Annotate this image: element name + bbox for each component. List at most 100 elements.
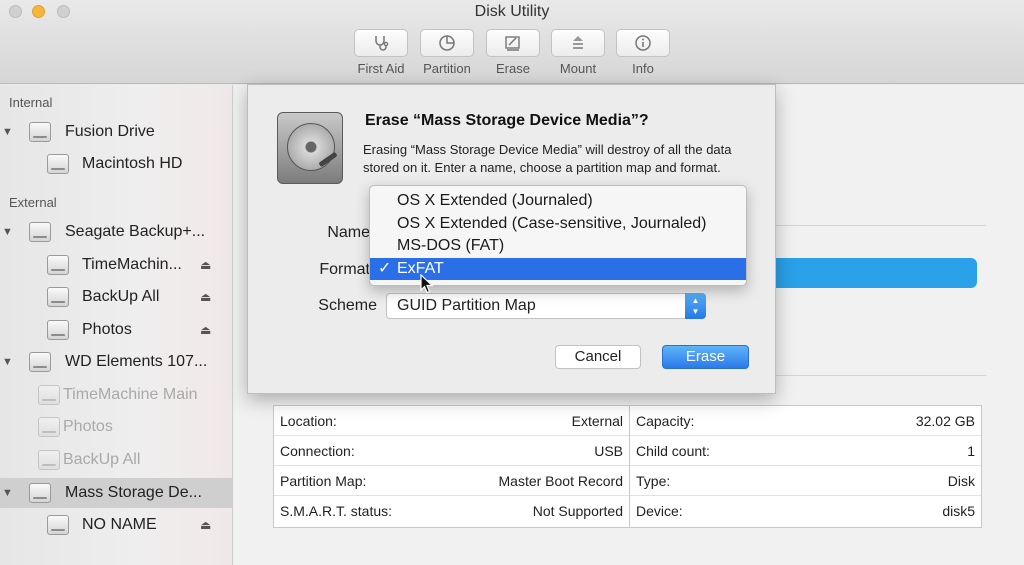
volume-icon (47, 287, 69, 307)
menu-item-os-x-extended-case-sensitive[interactable]: OS X Extended (Case-sensitive, Journaled… (370, 213, 746, 236)
menu-item-label: OS X Extended (Case-sensitive, Journaled… (397, 214, 707, 232)
sidebar-item-photos[interactable]: Photos ⏏ (0, 315, 233, 345)
menu-item-label: OS X Extended (Journaled) (397, 192, 593, 209)
info-value: External (571, 413, 623, 429)
drive-icon (29, 122, 51, 142)
info-value: Disk (947, 473, 975, 489)
volume-icon (47, 154, 69, 174)
info-value: 1 (967, 443, 975, 459)
eject-icon[interactable]: ⏏ (200, 258, 211, 272)
sidebar-item-label: Photos (63, 418, 113, 435)
info-key: Capacity: (636, 413, 695, 429)
sidebar-item-label: NO NAME (82, 516, 157, 533)
drive-icon (29, 483, 51, 503)
pie-chart-icon (439, 35, 455, 51)
disclosure-triangle-icon[interactable]: ▼ (2, 356, 13, 368)
mount-button[interactable]: Mount (551, 29, 605, 76)
disclosure-triangle-icon[interactable]: ▼ (2, 226, 13, 238)
table-row: Child count: 1 (630, 436, 981, 466)
scheme-label: Scheme (318, 297, 377, 314)
volume-icon (47, 515, 69, 535)
sidebar-item-label: TimeMachin... (82, 256, 182, 273)
sidebar-item-label: BackUp All (63, 451, 141, 468)
format-label: Format (319, 261, 370, 278)
table-row: S.M.A.R.T. status: Not Supported (274, 496, 629, 526)
eject-icon[interactable]: ⏏ (200, 518, 211, 532)
chevron-updown-icon[interactable]: ▲ ▼ (685, 293, 706, 319)
mouse-pointer-icon (420, 274, 434, 294)
info-key: Location: (280, 413, 337, 429)
partition-button[interactable]: Partition (420, 29, 474, 76)
info-key: Type: (636, 473, 671, 489)
sidebar-item-label: Fusion Drive (65, 123, 155, 140)
info-value: USB (594, 443, 623, 459)
volume-icon (47, 255, 69, 275)
table-row: Location: External (274, 406, 629, 436)
title-bar: Disk Utility First Aid Partition Erase M… (0, 0, 1024, 84)
info-label: Info (632, 61, 654, 76)
table-row: Type: Disk (630, 466, 981, 496)
sidebar-item-label: Mass Storage De... (65, 484, 202, 501)
scheme-value: GUID Partition Map (397, 297, 536, 314)
menu-item-ms-dos-fat[interactable]: MS-DOS (FAT) (370, 235, 746, 258)
sidebar-item-backup-all-unmounted[interactable]: BackUp All (0, 445, 233, 475)
sidebar-item-macintosh-hd[interactable]: Macintosh HD (0, 149, 233, 179)
info-table: Location: External Connection: USB Parti… (273, 405, 982, 528)
volume-icon (38, 450, 60, 470)
sidebar-item-label: TimeMachine Main (63, 386, 198, 403)
scheme-select[interactable]: GUID Partition Map ▲ ▼ (386, 293, 706, 319)
window-title: Disk Utility (474, 3, 550, 20)
usage-bar (774, 258, 977, 288)
external-section-label: External (9, 195, 57, 210)
first-aid-button[interactable]: First Aid (354, 29, 408, 76)
dialog-title: Erase “Mass Storage Device Media”? (365, 112, 649, 129)
sidebar-item-mass-storage[interactable]: ▼ Mass Storage De... (0, 478, 233, 508)
sidebar-item-label: Photos (82, 321, 132, 338)
sidebar-item-no-name[interactable]: NO NAME ⏏ (0, 510, 233, 540)
info-key: Partition Map: (280, 473, 367, 489)
checkmark-icon: ✓ (378, 259, 392, 277)
erase-confirm-button[interactable]: Erase (662, 345, 749, 369)
sidebar-item-seagate-backup[interactable]: ▼ Seagate Backup+... (0, 217, 233, 247)
internal-section-label: Internal (9, 95, 53, 110)
drive-icon (29, 222, 51, 242)
partition-label: Partition (423, 61, 471, 76)
sidebar: Internal ▼ Fusion Drive Macintosh HD Ext… (0, 85, 233, 565)
info-key: Connection: (280, 443, 355, 459)
info-value: Master Boot Record (498, 473, 624, 489)
drive-icon (29, 352, 51, 372)
info-value: disk5 (942, 503, 975, 519)
sidebar-item-backup-all[interactable]: BackUp All ⏏ (0, 282, 233, 312)
divider (774, 375, 986, 376)
info-key: Device: (636, 503, 683, 519)
erase-icon (505, 36, 520, 51)
sidebar-item-label: WD Elements 107... (65, 353, 208, 370)
sidebar-item-label: Seagate Backup+... (65, 223, 206, 240)
erase-button[interactable]: Erase (486, 29, 540, 76)
mount-label: Mount (559, 61, 597, 76)
menu-item-os-x-extended-journaled[interactable]: OS X Extended (Journaled) (370, 190, 746, 213)
sidebar-item-timemachine-main[interactable]: TimeMachine Main (0, 380, 233, 410)
info-button[interactable]: Info (616, 29, 670, 76)
disclosure-triangle-icon[interactable]: ▼ (2, 126, 13, 138)
name-label: Name (327, 224, 370, 241)
sidebar-item-wd-elements[interactable]: ▼ WD Elements 107... (0, 347, 233, 377)
sidebar-item-photos-unmounted[interactable]: Photos (0, 412, 233, 442)
disclosure-triangle-icon[interactable]: ▼ (2, 487, 13, 499)
info-key: S.M.A.R.T. status: (280, 503, 393, 519)
mount-icon (573, 36, 583, 49)
format-dropdown-menu: OS X Extended (Journaled) OS X Extended … (369, 185, 747, 286)
divider (774, 225, 986, 226)
sidebar-item-timemachine[interactable]: TimeMachin... ⏏ (0, 250, 233, 280)
hard-drive-icon (277, 112, 343, 184)
stethoscope-icon (375, 36, 389, 51)
eject-icon[interactable]: ⏏ (200, 323, 211, 337)
info-key: Child count: (636, 443, 710, 459)
table-row: Capacity: 32.02 GB (630, 406, 981, 436)
eject-icon[interactable]: ⏏ (200, 290, 211, 304)
info-value: 32.02 GB (915, 413, 975, 429)
menu-item-label: MS-DOS (FAT) (397, 237, 505, 254)
info-value: Not Supported (532, 503, 623, 519)
cancel-button[interactable]: Cancel (555, 345, 641, 369)
sidebar-item-fusion-drive[interactable]: ▼ Fusion Drive (0, 117, 233, 147)
